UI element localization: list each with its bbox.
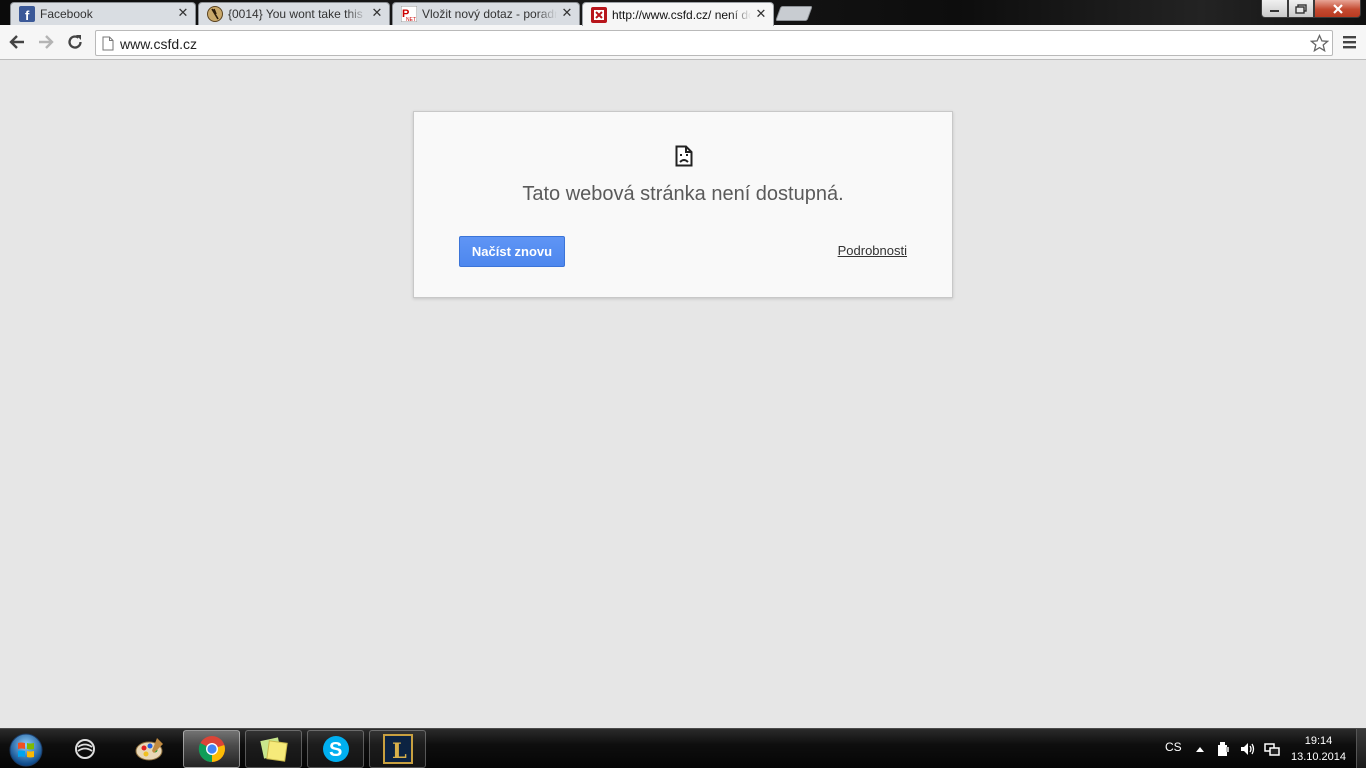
chrome-menu-button[interactable] bbox=[1342, 34, 1358, 50]
facebook-icon: f bbox=[19, 6, 35, 22]
restore-icon bbox=[1295, 3, 1307, 14]
tray-volume[interactable] bbox=[1240, 741, 1256, 757]
minimize-button[interactable] bbox=[1261, 0, 1288, 18]
chrome-icon bbox=[198, 736, 225, 763]
taskbar-skype[interactable]: S bbox=[307, 730, 364, 768]
taskbar: S L CS 19:14 13.10.2014 bbox=[0, 728, 1366, 768]
network-icon bbox=[1264, 743, 1280, 756]
svg-text:NET: NET bbox=[406, 17, 416, 22]
error-title: Tato webová stránka není dostupná. bbox=[522, 183, 844, 205]
tab-title: {0014} You wont take this bbox=[228, 7, 363, 21]
tab-title: http://www.csfd.cz/ není dostupná bbox=[612, 7, 751, 22]
taskbar-league-of-legends[interactable]: L bbox=[369, 730, 426, 768]
show-hidden-icons-button[interactable] bbox=[1192, 741, 1208, 757]
taskbar-sticky-notes[interactable] bbox=[245, 730, 302, 768]
tab-close-icon[interactable]: ✕ bbox=[755, 8, 767, 21]
league-of-legends-icon: L bbox=[382, 734, 413, 764]
forward-button[interactable] bbox=[34, 30, 58, 54]
svg-text:S: S bbox=[329, 739, 342, 761]
tray-device-icon[interactable] bbox=[1215, 741, 1231, 757]
taskbar-network-app[interactable] bbox=[56, 730, 113, 768]
taskbar-chrome[interactable] bbox=[183, 730, 240, 768]
tab-youtube-video[interactable]: {0014} You wont take this ✕ bbox=[198, 2, 390, 25]
tab-title: Facebook bbox=[40, 7, 93, 21]
back-button[interactable] bbox=[5, 30, 29, 54]
svg-text:L: L bbox=[392, 738, 407, 763]
clock-date[interactable]: 13.10.2014 bbox=[1287, 751, 1350, 763]
close-window-button[interactable] bbox=[1314, 0, 1361, 18]
language-indicator[interactable]: CS bbox=[1165, 740, 1182, 754]
tab-close-icon[interactable]: ✕ bbox=[177, 7, 189, 20]
tab-title: Vložit nový dotaz - poradna bbox=[422, 7, 557, 21]
reload-icon bbox=[68, 35, 82, 49]
tab-facebook[interactable]: f Facebook ✕ bbox=[10, 2, 196, 25]
forward-arrow-icon bbox=[39, 35, 54, 49]
svg-text:f: f bbox=[25, 8, 30, 22]
new-tab-button[interactable] bbox=[775, 6, 813, 21]
site-icon bbox=[207, 6, 223, 22]
caret-up-icon bbox=[1196, 747, 1204, 752]
address-bar[interactable]: www.csfd.cz bbox=[95, 30, 1333, 56]
clock-time[interactable]: 19:14 bbox=[1291, 735, 1346, 747]
minimize-icon bbox=[1270, 9, 1279, 12]
taskbar-paint[interactable] bbox=[121, 730, 178, 768]
show-desktop-button[interactable] bbox=[1356, 729, 1366, 768]
sad-page-icon bbox=[675, 145, 693, 172]
sticky-notes-icon bbox=[259, 737, 288, 762]
close-icon bbox=[1332, 3, 1343, 14]
bookmark-star-icon[interactable] bbox=[1309, 33, 1330, 58]
network-app-icon bbox=[74, 739, 95, 759]
safely-remove-hardware-icon bbox=[1218, 742, 1229, 756]
tray-network[interactable] bbox=[1264, 741, 1280, 757]
address-text: www.csfd.cz bbox=[120, 36, 198, 52]
title-bar: f Facebook ✕ {0014} You wont take this ✕… bbox=[0, 0, 1366, 26]
start-button[interactable] bbox=[6, 731, 46, 768]
csfd-icon bbox=[591, 6, 607, 23]
poradna-icon: P NET bbox=[401, 6, 417, 22]
reload-button[interactable]: Načíst znovu bbox=[459, 236, 565, 267]
tab-csfd[interactable]: http://www.csfd.cz/ není dostupná ✕ bbox=[582, 2, 774, 26]
volume-icon bbox=[1241, 743, 1255, 755]
paint-icon bbox=[135, 738, 163, 761]
tab-close-icon[interactable]: ✕ bbox=[561, 7, 573, 20]
skype-icon: S bbox=[322, 736, 349, 762]
windows-start-icon bbox=[9, 733, 43, 766]
error-card: Tato webová stránka není dostupná. Načís… bbox=[413, 111, 953, 298]
tab-poradna[interactable]: P NET Vložit nový dotaz - poradna ✕ bbox=[392, 2, 580, 25]
back-arrow-icon bbox=[9, 35, 24, 49]
hamburger-menu-icon bbox=[1343, 36, 1356, 49]
maximize-button[interactable] bbox=[1288, 0, 1314, 18]
details-link[interactable]: Podrobnosti bbox=[838, 243, 907, 258]
page-icon bbox=[102, 36, 114, 56]
reload-toolbar-button[interactable] bbox=[63, 30, 87, 54]
tab-close-icon[interactable]: ✕ bbox=[371, 7, 383, 20]
